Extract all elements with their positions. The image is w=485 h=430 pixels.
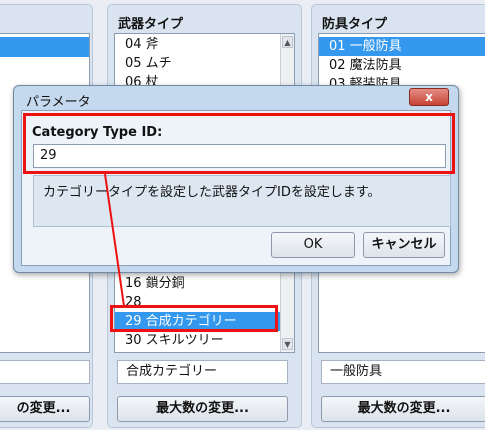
- list-item[interactable]: 04 斧: [115, 35, 294, 54]
- list-item-selected[interactable]: 01 一般防具: [319, 37, 485, 56]
- list-item[interactable]: 16 鎖分銅: [115, 274, 294, 293]
- list-item[interactable]: 02 魔法防具: [319, 56, 485, 75]
- armor-type-title: 防具タイプ: [322, 17, 388, 32]
- cancel-button[interactable]: キャンセル: [363, 232, 445, 258]
- ok-button[interactable]: OK: [271, 232, 355, 258]
- list-item[interactable]: 05 ムチ: [115, 54, 294, 73]
- armor-name-field[interactable]: 一般防具: [321, 360, 485, 384]
- weapon-name-field[interactable]: 合成カテゴリー: [117, 360, 288, 384]
- highlight-selected-item: [110, 305, 278, 332]
- close-button[interactable]: x: [409, 88, 449, 106]
- left-change-max-button[interactable]: の変更...: [0, 396, 90, 422]
- armor-change-max-button[interactable]: 最大数の変更...: [321, 396, 485, 422]
- description-text: カテゴリータイプを設定した武器タイプIDを設定します。: [43, 185, 381, 200]
- dialog-title: パラメータ: [26, 95, 91, 110]
- list-item[interactable]: 30 スキルツリー: [115, 331, 294, 350]
- highlight-param-box: [23, 113, 455, 174]
- left-list-selected-item[interactable]: [0, 37, 89, 57]
- weapon-change-max-button[interactable]: 最大数の変更...: [117, 396, 288, 422]
- description-box: カテゴリータイプを設定した武器タイプIDを設定します。: [33, 175, 451, 227]
- scroll-down-icon[interactable]: ▼: [282, 338, 293, 350]
- close-icon: x: [425, 90, 433, 104]
- scroll-up-icon[interactable]: ▲: [282, 36, 293, 48]
- weapon-type-title: 武器タイプ: [118, 17, 184, 32]
- left-name-field[interactable]: [0, 360, 90, 384]
